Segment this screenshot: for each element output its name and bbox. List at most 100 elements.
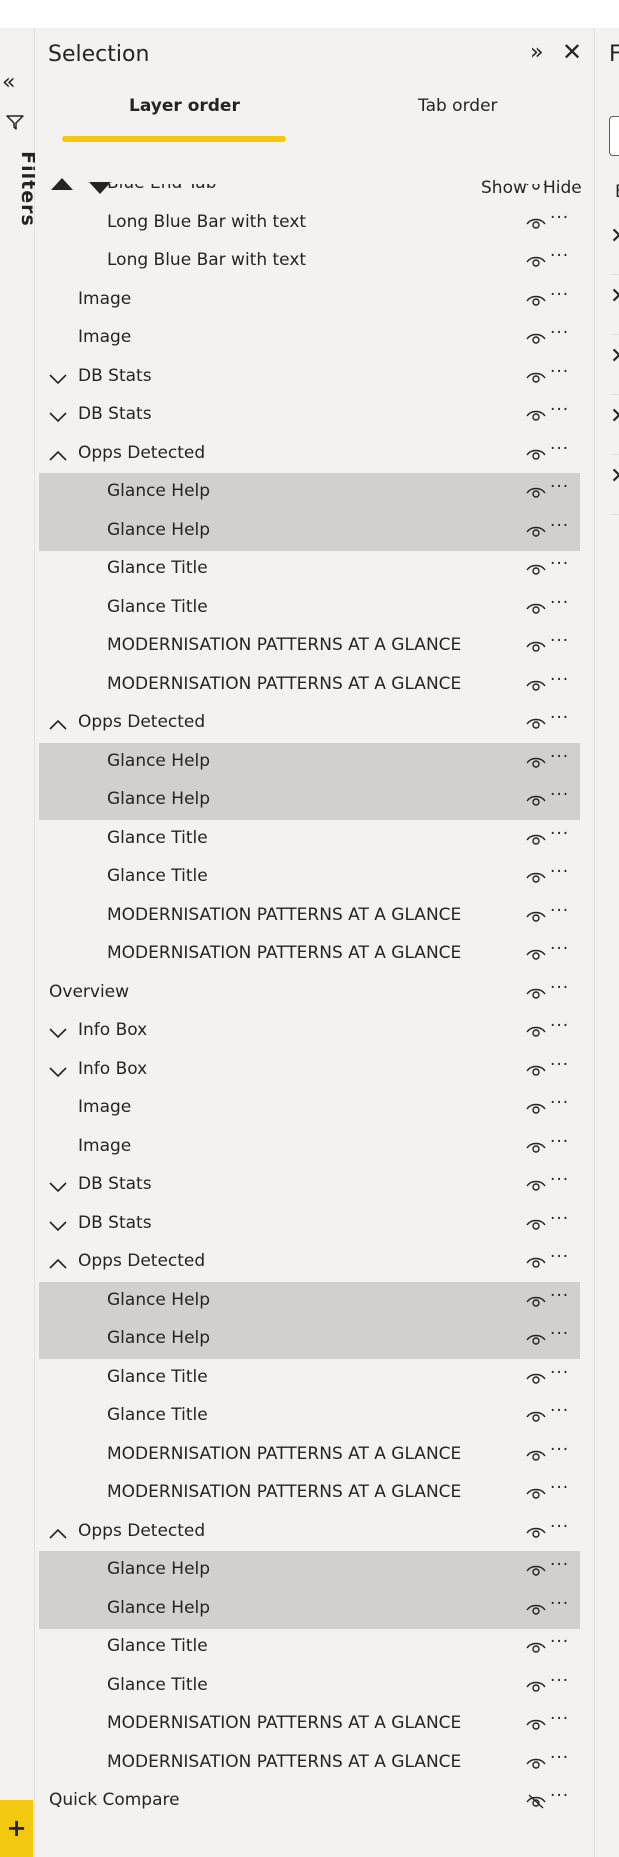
layer-row[interactable]: Overview ···: [39, 974, 580, 1013]
eye-icon[interactable]: [525, 1254, 547, 1270]
eye-icon[interactable]: [525, 446, 547, 462]
eye-icon[interactable]: [525, 1601, 547, 1617]
close-icon[interactable]: ✕: [610, 406, 619, 428]
format-card[interactable]: ✕: [610, 214, 619, 275]
eye-icon[interactable]: [525, 946, 547, 962]
close-icon[interactable]: ✕: [610, 286, 619, 308]
search-box[interactable]: [609, 116, 619, 156]
layer-row[interactable]: MODERNISATION PATTERNS AT A GLANCE ···: [39, 1474, 580, 1513]
eye-icon[interactable]: [525, 1139, 547, 1155]
eye-icon[interactable]: [525, 1485, 547, 1501]
chevron-down-icon[interactable]: [48, 410, 68, 424]
format-card[interactable]: ✕: [610, 394, 619, 455]
layer-row[interactable]: MODERNISATION PATTERNS AT A GLANCE ···: [39, 1705, 580, 1744]
close-icon[interactable]: ✕: [610, 466, 619, 488]
eye-icon[interactable]: [525, 1755, 547, 1771]
eye-icon[interactable]: [525, 1678, 547, 1694]
layer-row[interactable]: MODERNISATION PATTERNS AT A GLANCE ···: [39, 627, 580, 666]
more-options-icon[interactable]: ···: [550, 1209, 569, 1229]
eye-icon[interactable]: [525, 1331, 547, 1347]
eye-icon[interactable]: [525, 1639, 547, 1655]
more-options-icon[interactable]: ···: [550, 939, 569, 959]
chevron-down-icon[interactable]: [48, 1219, 68, 1233]
eye-icon[interactable]: [525, 1216, 547, 1232]
more-options-icon[interactable]: ···: [550, 362, 569, 382]
more-options-icon[interactable]: ···: [550, 1632, 569, 1652]
more-options-icon[interactable]: ···: [550, 631, 569, 651]
add-page-button[interactable]: +: [0, 1800, 33, 1857]
eye-icon[interactable]: [525, 523, 547, 539]
more-options-icon[interactable]: ···: [550, 1170, 569, 1190]
more-options-icon[interactable]: ···: [550, 323, 569, 343]
layer-row[interactable]: Opps Detected ···: [39, 1243, 580, 1282]
tab-tab-order[interactable]: Tab order: [418, 96, 498, 116]
eye-icon[interactable]: [525, 1562, 547, 1578]
layer-row[interactable]: Glance Title ···: [39, 1397, 580, 1436]
more-options-icon[interactable]: ···: [550, 1709, 569, 1729]
close-icon[interactable]: ✕: [562, 40, 582, 64]
layer-row[interactable]: Long Blue Bar with text ···: [39, 204, 580, 243]
more-options-icon[interactable]: ···: [550, 246, 569, 266]
eye-icon[interactable]: [525, 831, 547, 847]
layer-row[interactable]: Glance Help ···: [39, 473, 580, 512]
more-options-icon[interactable]: ···: [550, 1324, 569, 1344]
more-options-icon[interactable]: ···: [550, 862, 569, 882]
layer-row[interactable]: DB Stats ···: [39, 358, 580, 397]
layer-row[interactable]: MODERNISATION PATTERNS AT A GLANCE ···: [39, 935, 580, 974]
format-card[interactable]: ✕: [610, 334, 619, 395]
more-options-icon[interactable]: ···: [550, 184, 569, 189]
layer-row[interactable]: Glance Title ···: [39, 589, 580, 628]
eye-icon[interactable]: [525, 638, 547, 654]
eye-icon[interactable]: [525, 985, 547, 1001]
more-options-icon[interactable]: ···: [550, 516, 569, 536]
layer-row[interactable]: Opps Detected ···: [39, 1513, 580, 1552]
close-icon[interactable]: ✕: [610, 346, 619, 368]
layer-row[interactable]: Glance Help ···: [39, 781, 580, 820]
more-options-icon[interactable]: ···: [550, 1363, 569, 1383]
eye-icon[interactable]: [525, 1716, 547, 1732]
double-chevron-right-icon[interactable]: »: [530, 42, 543, 64]
more-options-icon[interactable]: ···: [550, 1594, 569, 1614]
layer-row[interactable]: Glance Title ···: [39, 820, 580, 859]
eye-icon[interactable]: [525, 1023, 547, 1039]
layer-row[interactable]: Glance Help ···: [39, 1551, 580, 1590]
layer-row[interactable]: Long Blue Bar with text ···: [39, 242, 580, 281]
eye-icon[interactable]: [525, 908, 547, 924]
more-options-icon[interactable]: ···: [550, 285, 569, 305]
chevron-down-icon[interactable]: [48, 1026, 68, 1040]
eye-icon[interactable]: [525, 253, 547, 269]
layer-row[interactable]: Glance Help ···: [39, 1281, 580, 1321]
more-options-icon[interactable]: ···: [550, 1786, 569, 1806]
layer-row[interactable]: Glance Help ···: [39, 511, 580, 551]
eye-icon[interactable]: [525, 1062, 547, 1078]
eye-icon[interactable]: [525, 184, 547, 192]
more-options-icon[interactable]: ···: [550, 400, 569, 420]
layer-row[interactable]: MODERNISATION PATTERNS AT A GLANCE ···: [39, 666, 580, 705]
layer-row[interactable]: Image ···: [39, 319, 580, 358]
chevron-up-icon[interactable]: [48, 449, 68, 463]
layer-row[interactable]: Glance Title ···: [39, 550, 580, 589]
close-icon[interactable]: ✕: [610, 226, 619, 248]
more-options-icon[interactable]: ···: [550, 708, 569, 728]
chevron-up-icon[interactable]: [48, 1257, 68, 1271]
more-options-icon[interactable]: ···: [550, 477, 569, 497]
eye-icon[interactable]: [525, 1177, 547, 1193]
eye-icon[interactable]: [525, 715, 547, 731]
eye-icon[interactable]: [525, 1408, 547, 1424]
more-options-icon[interactable]: ···: [550, 1517, 569, 1537]
format-card[interactable]: ✕: [610, 274, 619, 335]
more-options-icon[interactable]: ···: [550, 1671, 569, 1691]
more-options-icon[interactable]: ···: [550, 670, 569, 690]
layer-row[interactable]: Info Box ···: [39, 1012, 580, 1051]
layer-row[interactable]: DB Stats ···: [39, 1166, 580, 1205]
eye-icon[interactable]: [525, 1100, 547, 1116]
more-options-icon[interactable]: ···: [550, 1093, 569, 1113]
layer-row[interactable]: DB Stats ···: [39, 1205, 580, 1244]
more-options-icon[interactable]: ···: [550, 1478, 569, 1498]
layer-row[interactable]: Info Box ···: [39, 1051, 580, 1090]
chevron-up-icon[interactable]: [48, 718, 68, 732]
format-card[interactable]: ✕: [610, 454, 619, 515]
tab-layer-order[interactable]: Layer order: [129, 96, 240, 116]
layer-row[interactable]: Glance Title ···: [39, 1667, 580, 1706]
eye-icon[interactable]: [525, 1524, 547, 1540]
